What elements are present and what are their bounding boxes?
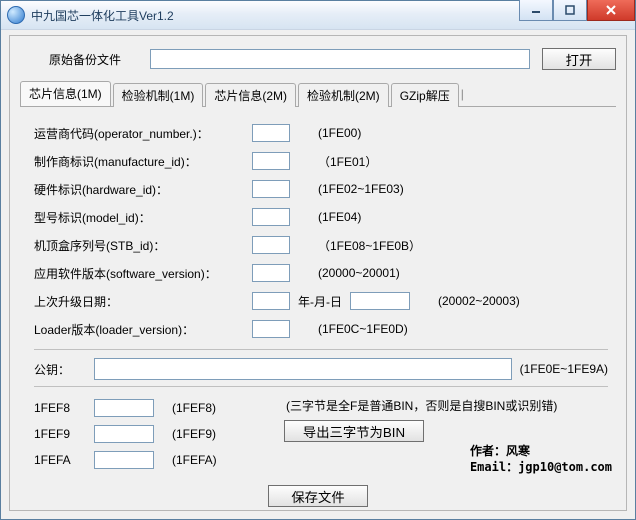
label-manufacture: 制作商标识(manufacture_id)： xyxy=(34,153,252,170)
hint-1fef8: (1FEF8) xyxy=(172,401,216,415)
tab-verify-2m[interactable]: 检验机制(2M) xyxy=(298,83,389,107)
author-name: 风寒 xyxy=(506,444,530,458)
tab-gzip[interactable]: GZip解压 xyxy=(391,83,459,107)
input-software[interactable] xyxy=(252,264,290,282)
email-label: Email： xyxy=(470,460,518,474)
window-buttons xyxy=(519,1,635,29)
minimize-button[interactable] xyxy=(519,0,553,21)
label-model: 型号标识(model_id)： xyxy=(34,209,252,226)
tab-bar: 芯片信息(1M) 检验机制(1M) 芯片信息(2M) 检验机制(2M) GZip… xyxy=(20,84,616,107)
label-1fefa: 1FEFA xyxy=(34,453,94,467)
open-button[interactable]: 打开 xyxy=(542,48,616,70)
tab-chipinfo-2m[interactable]: 芯片信息(2M) xyxy=(205,83,296,107)
close-button[interactable] xyxy=(587,0,635,21)
hint-operator: (1FE00) xyxy=(318,126,361,140)
row-1fef9: 1FEF9 (1FEF9) xyxy=(34,421,284,447)
input-manufacture[interactable] xyxy=(252,152,290,170)
hint-1fefa: (1FEFA) xyxy=(172,453,217,467)
backup-file-input[interactable] xyxy=(150,49,530,69)
tab-verify-1m[interactable]: 检验机制(1M) xyxy=(113,83,204,107)
row-pubkey: 公钥： (1FE0E~1FE9A) xyxy=(34,358,608,380)
input-date1[interactable] xyxy=(252,292,290,310)
row-stb: 机顶盒序列号(STB_id)： （1FE08~1FE0B） xyxy=(34,231,608,259)
label-operator: 运营商代码(operator_number.)： xyxy=(34,125,252,142)
maximize-button[interactable] xyxy=(553,0,587,21)
input-date2[interactable] xyxy=(350,292,410,310)
export-triple-button[interactable]: 导出三字节为BIN xyxy=(284,420,424,442)
input-operator[interactable] xyxy=(252,124,290,142)
row-manufacture: 制作商标识(manufacture_id)： （1FE01） xyxy=(34,147,608,175)
tab-chipinfo-1m[interactable]: 芯片信息(1M) xyxy=(20,81,111,106)
input-1fef8[interactable] xyxy=(94,399,154,417)
app-icon xyxy=(7,6,25,24)
input-stb[interactable] xyxy=(252,236,290,254)
hint-model: (1FE04) xyxy=(318,210,361,224)
row-loader: Loader版本(loader_version)： (1FE0C~1FE0D) xyxy=(34,315,608,343)
hint-pubkey: (1FE0E~1FE9A) xyxy=(520,362,608,376)
input-pubkey[interactable] xyxy=(94,358,512,380)
input-loader[interactable] xyxy=(252,320,290,338)
open-row: 原始备份文件 打开 xyxy=(20,48,616,70)
hint-loader: (1FE0C~1FE0D) xyxy=(318,322,408,336)
separator-2 xyxy=(34,386,608,387)
hint-software: (20000~20001) xyxy=(318,266,400,280)
triple-left: 1FEF8 (1FEF8) 1FEF9 (1FEF9) 1FEFA (1FEFA… xyxy=(34,395,284,473)
input-model[interactable] xyxy=(252,208,290,226)
label-1fef9: 1FEF9 xyxy=(34,427,94,441)
hint-1fef9: (1FEF9) xyxy=(172,427,216,441)
triple-note: (三字节是全F是普通BIN，否则是自搜BIN或识别错) xyxy=(284,395,608,420)
separator-1 xyxy=(34,349,608,350)
row-software: 应用软件版本(software_version)： (20000~20001) xyxy=(34,259,608,287)
open-label: 原始备份文件 xyxy=(20,51,150,68)
label-hardware: 硬件标识(hardware_id)： xyxy=(34,181,252,198)
input-hardware[interactable] xyxy=(252,180,290,198)
hint-date: (20002~20003) xyxy=(438,294,520,308)
email-value: jgp10@tom.com xyxy=(518,460,612,474)
tab-trailing-sep: | xyxy=(461,87,464,101)
credits: 作者：风寒 Email：jgp10@tom.com xyxy=(470,443,612,475)
row-date: 上次升级日期： 年-月-日 (20002~20003) xyxy=(34,287,608,315)
client-area: 原始备份文件 打开 芯片信息(1M) 检验机制(1M) 芯片信息(2M) 检验机… xyxy=(9,35,627,511)
input-1fef9[interactable] xyxy=(94,425,154,443)
hint-manufacture: （1FE01） xyxy=(318,153,377,170)
label-date-mid: 年-月-日 xyxy=(298,293,342,310)
input-1fefa[interactable] xyxy=(94,451,154,469)
row-1fef8: 1FEF8 (1FEF8) xyxy=(34,395,284,421)
window-title: 中九国芯一体化工具Ver1.2 xyxy=(31,7,519,24)
row-operator: 运营商代码(operator_number.)： (1FE00) xyxy=(34,119,608,147)
app-window: 中九国芯一体化工具Ver1.2 原始备份文件 打开 芯片信息(1M) 检验机制(… xyxy=(0,0,636,520)
titlebar: 中九国芯一体化工具Ver1.2 xyxy=(1,1,635,30)
row-hardware: 硬件标识(hardware_id)： (1FE02~1FE03) xyxy=(34,175,608,203)
label-1fef8: 1FEF8 xyxy=(34,401,94,415)
hint-hardware: (1FE02~1FE03) xyxy=(318,182,404,196)
row-model: 型号标识(model_id)： (1FE04) xyxy=(34,203,608,231)
save-row: 保存文件 xyxy=(20,485,616,507)
hint-stb: （1FE08~1FE0B） xyxy=(318,237,421,254)
save-button[interactable]: 保存文件 xyxy=(268,485,368,507)
label-loader: Loader版本(loader_version)： xyxy=(34,321,252,338)
label-pubkey: 公钥： xyxy=(34,361,86,378)
label-software: 应用软件版本(software_version)： xyxy=(34,265,252,282)
pane-chipinfo: 运营商代码(operator_number.)： (1FE00) 制作商标识(m… xyxy=(20,107,616,477)
label-date: 上次升级日期： xyxy=(34,293,252,310)
author-label: 作者： xyxy=(470,444,506,458)
label-stb: 机顶盒序列号(STB_id)： xyxy=(34,237,252,254)
row-1fefa: 1FEFA (1FEFA) xyxy=(34,447,284,473)
